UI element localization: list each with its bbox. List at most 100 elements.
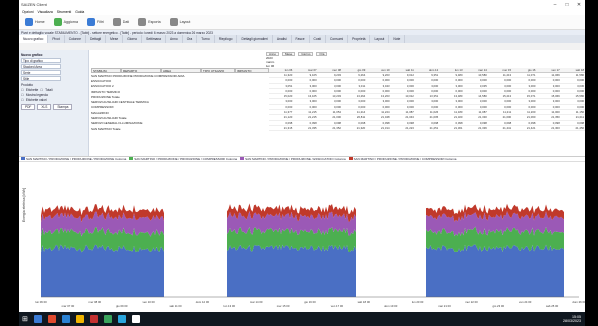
menu-visualizza[interactable]: Visualizza xyxy=(38,10,53,14)
column-header[interactable]: mer 15 xyxy=(488,68,512,72)
filter-chip[interactable]: Giorno xyxy=(298,52,314,56)
legend-label: SAN MARTINO / PRODUZIONE / PRODUZIONE / … xyxy=(26,157,127,161)
table-cell: 9,012 xyxy=(406,73,414,77)
column-header[interactable]: lun 13 xyxy=(439,68,463,72)
column-header[interactable]: ven 17 xyxy=(536,68,560,72)
table-cell: 21,352 xyxy=(332,125,341,130)
table-cell: 0,000 xyxy=(504,88,512,93)
tab[interactable]: Dettagli xyxy=(86,35,107,43)
toolbar-icon xyxy=(138,18,147,26)
legend-item[interactable]: SAN MARTINO / PRODUZIONE / PRODUZIONE / … xyxy=(21,157,126,161)
tab[interactable]: Note xyxy=(389,35,406,43)
legend-item[interactable]: SAN MARTINO / PRODUZIONE / PRODUZIONE / … xyxy=(129,157,237,161)
table-cell: 20,811 xyxy=(356,115,366,120)
table-cell: 15,580 xyxy=(575,94,585,99)
column-header[interactable]: mar 07 xyxy=(293,68,317,72)
tab[interactable]: Giorno xyxy=(123,35,143,43)
taskbar-app-icon[interactable] xyxy=(131,315,140,323)
tab[interactable]: Analisi xyxy=(273,35,292,43)
tab[interactable]: Anno xyxy=(166,35,183,43)
column-header[interactable]: mer 08 xyxy=(318,68,342,72)
table-cell: 21,223 xyxy=(405,125,414,130)
xls-button[interactable]: XLS xyxy=(37,104,52,110)
menu-strumenti[interactable]: Strumenti xyxy=(57,10,72,14)
title-bar: SAIZEN Client – □ ✕ xyxy=(19,0,585,9)
maximize-button[interactable]: □ xyxy=(561,2,573,8)
tab[interactable]: Ora xyxy=(183,35,198,43)
toolbar-button[interactable]: Home xyxy=(22,17,48,28)
toolbar-button[interactable]: Filtri xyxy=(84,17,107,28)
area-band xyxy=(227,244,356,297)
start-button[interactable]: ⊞ xyxy=(22,315,28,323)
tab[interactable]: Pivot xyxy=(48,35,65,43)
table-cell: 9,105 xyxy=(309,73,317,77)
table-cell: 0,000 xyxy=(455,104,463,109)
table-cell: 0,000 xyxy=(333,78,341,83)
column-header[interactable]: mar 14 xyxy=(464,68,488,72)
filter-chip[interactable]: Mese xyxy=(282,52,296,56)
column-header[interactable]: dom 12 xyxy=(415,68,439,72)
print-button[interactable]: Stampa xyxy=(53,104,73,110)
toolbar-button[interactable]: Layout xyxy=(167,17,194,28)
tab[interactable]: Dettagli giornalieri xyxy=(237,35,273,43)
column-header[interactable]: sab 11 xyxy=(391,68,415,72)
taskbar-app-icon[interactable] xyxy=(61,315,70,323)
menu-guida[interactable]: Guida xyxy=(75,10,84,14)
taskbar-app-icon[interactable] xyxy=(103,315,112,323)
column-header[interactable]: gio 09 xyxy=(342,68,366,72)
pivot-table: Anno Mese Giorno Ora 2023 marzo lun 06 S… xyxy=(91,50,585,156)
view-tabs: Nuovo grafico Pivot Colonne Dettagli Mese Gio… xyxy=(19,35,585,43)
pdf-button[interactable]: PDF xyxy=(21,104,36,110)
table-cell: 13,012 xyxy=(405,94,414,99)
toolbar-button[interactable]: Esporta xyxy=(135,17,163,28)
tab[interactable]: Settimana xyxy=(142,35,166,43)
taskbar-app-icon[interactable] xyxy=(89,315,98,323)
column-header[interactable]: ven 10 xyxy=(366,68,390,72)
menu-opzioni[interactable]: Opzioni xyxy=(22,10,34,14)
column-header[interactable]: sab 18 xyxy=(561,68,585,72)
table-cell: 13,351 xyxy=(429,94,439,99)
toolbar-button[interactable]: Dati xyxy=(110,17,132,28)
column-header[interactable]: lun 06 xyxy=(269,68,293,72)
clock[interactable]: 15:05 28/03/2023 xyxy=(563,315,585,323)
table-cell: 0,000 xyxy=(406,88,414,93)
x-tick-label: ven 17 00 xyxy=(331,304,344,308)
tab[interactable]: Riepilogo xyxy=(215,35,238,43)
tab[interactable]: Proprietà xyxy=(348,35,371,43)
tab[interactable]: Turno xyxy=(197,35,215,43)
legend-item[interactable]: SAN MARTINO / PRODUZIONE / PRODUZIONE / … xyxy=(348,157,456,161)
tab[interactable]: Fasce xyxy=(292,35,310,43)
legend-item[interactable]: SAN MARTINO / PRODUZIONE / PRODUZIONE / … xyxy=(240,157,346,161)
taskbar-app-icon[interactable] xyxy=(75,315,84,323)
tab[interactable]: Mese xyxy=(106,35,124,43)
table-cell: 0,000 xyxy=(455,88,463,93)
close-button[interactable]: ✕ xyxy=(573,2,585,8)
toolbar-label: Esporta xyxy=(148,20,161,24)
taskbar-app-icon[interactable] xyxy=(47,315,56,323)
toolbar-button[interactable]: Aggiorna xyxy=(51,17,81,28)
chart-style-select[interactable]: Stacked Area xyxy=(21,64,61,69)
tab[interactable]: Layout xyxy=(370,35,390,43)
minimize-button[interactable]: – xyxy=(549,2,561,8)
toolbar-label: Layout xyxy=(179,20,191,24)
tab[interactable]: Costi xyxy=(310,35,327,43)
table-cell: 11,054 xyxy=(332,110,341,115)
column-header[interactable]: gio 16 xyxy=(512,68,536,72)
table-cell: 0,000 xyxy=(285,78,293,83)
taskbar-app-icon[interactable] xyxy=(117,315,126,323)
tab[interactable]: Consumi xyxy=(326,35,349,43)
table-cell: 11,071 xyxy=(527,73,536,77)
tab[interactable]: Colonne xyxy=(65,35,86,43)
taskbar-app-icon[interactable] xyxy=(33,315,42,323)
table-cell: 3,000 xyxy=(406,99,414,104)
series-select[interactable]: Serie xyxy=(21,70,61,75)
table-cell: 11,320 xyxy=(283,73,293,77)
style-select[interactable]: Stile xyxy=(21,76,61,81)
chart-type-select[interactable]: Tipo di grafico xyxy=(21,58,61,63)
tab[interactable]: Nuovo grafico xyxy=(19,35,49,43)
table-cell: 0,098 xyxy=(285,120,293,125)
filter-chip[interactable]: Ora xyxy=(316,52,328,56)
value-labels-checkbox[interactable]: ☐ Etichette valori xyxy=(21,97,86,102)
legend-label: SAN MARTINO / PRODUZIONE / PRODUZIONE / … xyxy=(134,157,238,161)
row-label[interactable]: SAN MARTINO Totale xyxy=(91,126,269,131)
